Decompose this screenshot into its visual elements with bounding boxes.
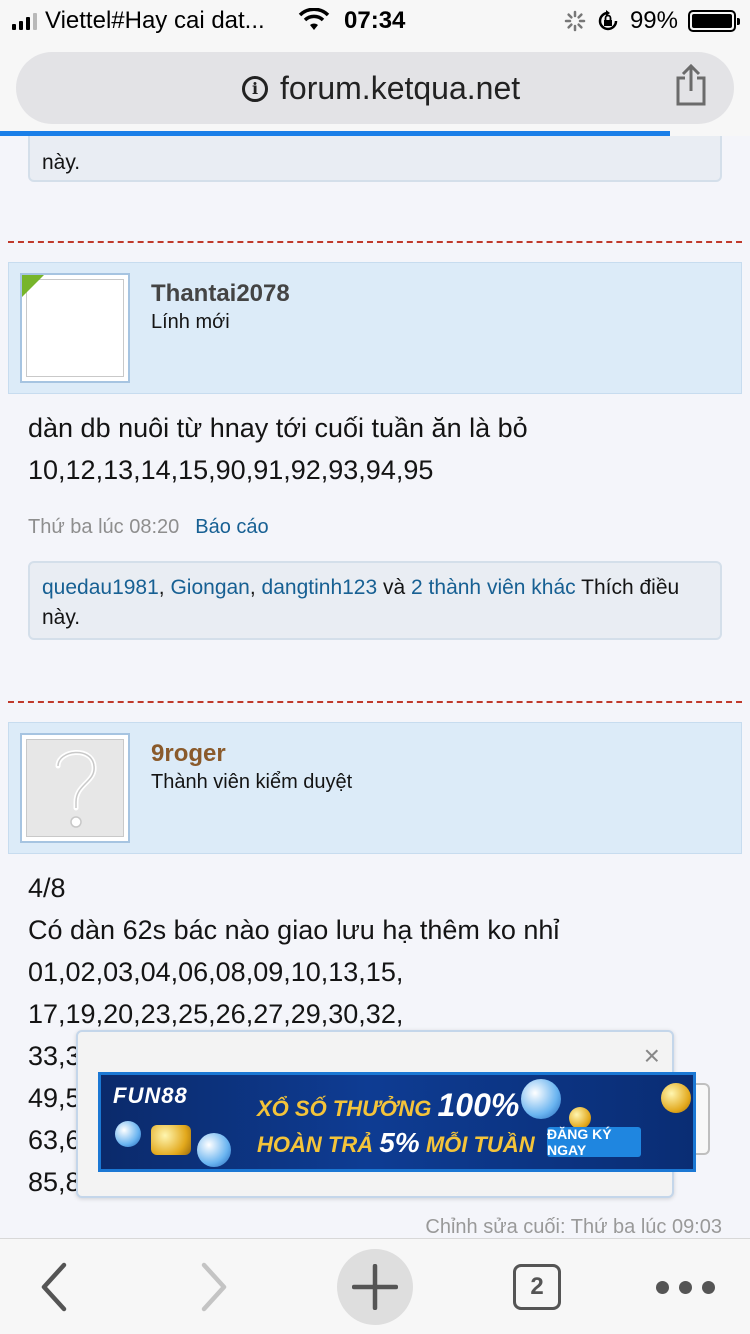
rotation-lock-icon [598,10,618,31]
new-tab-button[interactable] [337,1249,413,1325]
username-link[interactable]: 9roger [151,740,226,768]
lottery-ball-icon [115,1121,141,1147]
post-divider [8,701,742,703]
post-divider [8,241,742,243]
gold-coin-icon [661,1083,691,1113]
user-title: Thành viên kiểm duyệt [151,771,353,793]
report-link[interactable]: Báo cáo [195,516,268,538]
address-bar[interactable]: i forum.ketqua.net [16,52,734,124]
close-icon[interactable]: × [644,1042,660,1070]
ad-register-button[interactable]: ĐĂNG KÝ NGAY [547,1126,641,1158]
carrier-name: Viettel#Hay cai dat... [45,7,265,34]
tabs-button[interactable]: 2 [513,1264,561,1310]
slot-machine-icon [151,1125,191,1155]
back-icon[interactable] [36,1261,72,1313]
liker-link[interactable]: Giongan [170,576,249,599]
other-likers-link[interactable]: 2 thành viên khác [411,576,576,599]
username-link[interactable]: Thantai2078 [151,280,290,308]
post-meta: Thứ ba lúc 08:20 Báo cáo [28,516,269,539]
battery-percent: 99% [629,7,678,34]
post-message: dàn db nuôi từ hnay tới cuối tuần ăn là … [28,413,528,485]
info-icon[interactable]: i [242,75,268,102]
more-icon[interactable] [656,1281,715,1294]
loading-spinner-icon [564,10,586,32]
plus-icon [352,1264,398,1310]
battery-icon [688,10,740,32]
browser-toolbar: 2 [0,1238,750,1334]
wifi-icon [298,8,330,30]
share-icon[interactable] [674,64,708,106]
avatar[interactable] [20,733,130,843]
user-title: Lính mới [151,311,230,333]
lottery-ball-icon [521,1079,561,1119]
post-author-bar: 9roger Thành viên kiểm duyệt [8,722,742,854]
post-timestamp[interactable]: Thứ ba lúc 08:20 [28,516,179,538]
lottery-ball-icon [197,1133,231,1167]
url-text[interactable]: forum.ketqua.net [280,70,520,107]
post-author-bar: Thantai2078 Lính mới [8,262,742,394]
forward-icon[interactable] [196,1261,232,1313]
avatar[interactable] [20,273,130,383]
ad-subline: HOÀN TRẢ 5% MỖI TUẦN [257,1127,535,1158]
online-indicator [22,275,44,297]
liker-link[interactable]: quedau1981 [42,576,159,599]
ad-brand: FUN88 [113,1083,188,1108]
clock: 07:34 [344,7,406,34]
ad-popup: × FUN88 XỔ SỐ THƯỞNG 100% HOÀN TRẢ 5% MỖ… [76,1030,696,1198]
likes-summary: quedau1981, Giongan, dangtinh123 và 2 th… [28,561,722,640]
address-bar-area: i forum.ketqua.net [0,42,750,136]
signal-icon [12,12,37,30]
liker-link[interactable]: dangtinh123 [262,576,378,599]
status-bar: Viettel#Hay cai dat... 07:34 99% [0,0,750,42]
ad-banner[interactable]: FUN88 XỔ SỐ THƯỞNG 100% HOÀN TRẢ 5% MỖI … [98,1072,696,1172]
question-mark-icon [55,750,97,828]
last-edited-note: Chỉnh sửa cuối: Thứ ba lúc 09:03 [425,1216,722,1238]
likes-summary: này. [28,136,722,182]
ad-headline: XỔ SỐ THƯỞNG 100% [257,1087,520,1123]
